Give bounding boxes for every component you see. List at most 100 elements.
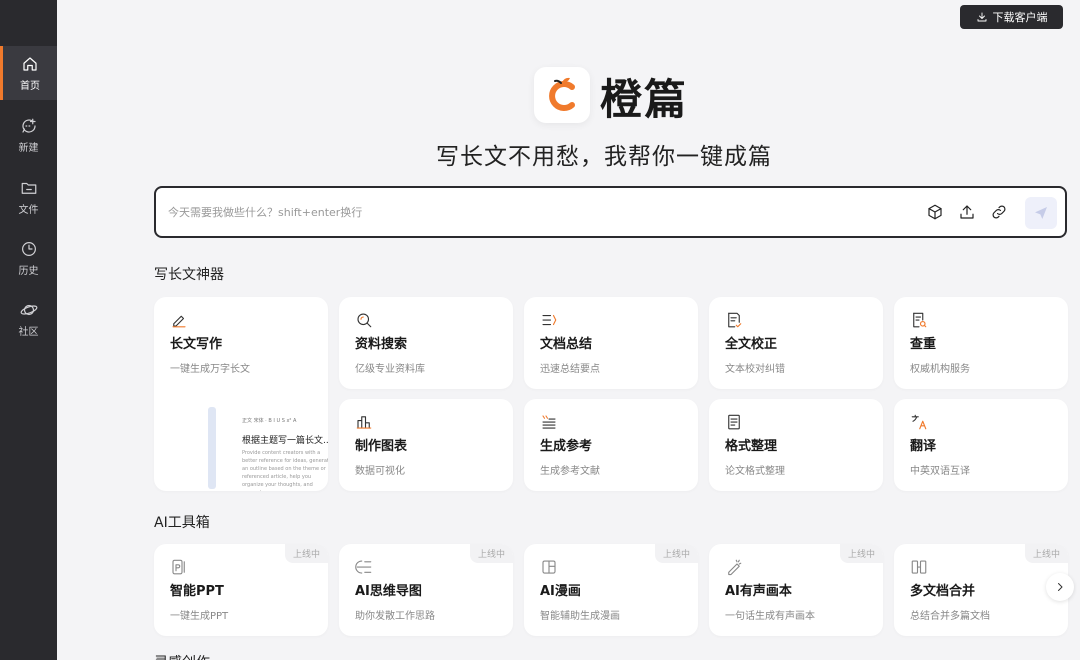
link-icon [992,205,1006,219]
tool-title: 智能PPT [170,584,224,599]
search-icon [355,311,373,329]
sidebar: 首页 新建 文件 历史 社区 [0,0,57,660]
tool-desc: 一键生成PPT [170,611,229,622]
sidebar-item-label: 历史 [18,265,39,277]
tool-title: 翻译 [910,439,937,454]
new-chat-icon [21,118,36,133]
comic-icon [540,558,558,576]
quote-icon [540,413,558,431]
send-button[interactable] [1025,197,1057,229]
list-summary-icon [540,311,558,329]
status-badge: 上线中 [284,544,328,563]
tool-card-summary[interactable]: 文档总结 迅速总结要点 [524,297,698,389]
upload-button[interactable] [958,203,976,221]
ai-card-audiobook[interactable]: 上线中 AI有声画本 一句话生成有声画本 [709,544,883,636]
send-icon [1035,207,1047,219]
download-icon [977,12,986,22]
chart-icon [355,413,373,431]
tool-title: 生成参考 [540,439,593,454]
download-client-button[interactable]: 下载客户端 [960,5,1063,29]
tool-card-proofread[interactable]: 全文校正 文本校对纠错 [709,297,883,389]
tool-desc: 权威机构服务 [910,364,970,375]
writing-preview: 正文 宋体 · B I U S x² A 根据主题写一篇长文... Provid… [170,407,328,491]
clock-icon [21,241,36,256]
tool-desc: 一键生成万字长文 [170,364,250,375]
tool-desc: 助你发散工作思路 [355,611,435,622]
preview-text: Provide content creators with a better r… [242,450,328,491]
preview-toolbar: 正文 宋体 · B I U S x² A [242,418,297,424]
tool-title: 多文档合并 [910,584,976,599]
mindmap-icon [355,558,373,576]
preview-sidebar [208,407,216,489]
translate-icon [910,413,928,431]
doc-search-icon [910,311,928,329]
chevron-right-icon [1058,583,1063,591]
tool-card-long-writing[interactable]: 长文写作 一键生成万字长文 正文 宋体 · B I U S x² A 根据主题写… [154,297,328,491]
tool-desc: 亿级专业资料库 [355,364,425,375]
planet-icon [20,304,37,315]
tool-card-plagiarism[interactable]: 查重 权威机构服务 [894,297,1068,389]
sidebar-item-label: 社区 [18,326,39,338]
audio-book-icon [725,558,743,576]
tool-desc: 迅速总结要点 [540,364,600,375]
tool-desc: 论文格式整理 [725,466,785,477]
ai-card-comic[interactable]: 上线中 AI漫画 智能辅助生成漫画 [524,544,698,636]
tool-title: AI有声画本 [725,584,792,599]
tool-desc: 智能辅助生成漫画 [540,611,620,622]
sidebar-item-files[interactable]: 文件 [0,170,57,224]
tool-card-chart[interactable]: 制作图表 数据可视化 [339,399,513,491]
status-badge: 上线中 [654,544,698,563]
orange-logo-icon [549,77,575,111]
link-button[interactable] [990,203,1008,221]
tool-desc: 中英双语互译 [910,466,970,477]
tool-desc: 一句话生成有声画本 [725,611,815,622]
tool-card-translate[interactable]: 翻译 中英双语互译 [894,399,1068,491]
doc-check-icon [725,311,743,329]
sidebar-item-history[interactable]: 历史 [0,231,57,285]
cube-icon [928,204,942,220]
status-badge: 上线中 [469,544,513,563]
tool-title: 文档总结 [540,337,593,352]
section-title-writing: 写长文神器 [154,267,224,283]
status-badge: 上线中 [1024,544,1068,563]
tool-title: AI漫画 [540,584,581,599]
ai-card-ppt[interactable]: 上线中 智能PPT 一键生成PPT [154,544,328,636]
sidebar-item-label: 首页 [20,80,40,92]
tool-desc: 文本校对纠错 [725,364,785,375]
format-icon [725,413,743,431]
tool-desc: 生成参考文献 [540,466,600,477]
section-title-next: 灵感创作 [154,652,210,660]
download-client-label: 下载客户端 [992,11,1048,24]
merge-icon [910,558,928,576]
tool-title: AI思维导图 [355,584,422,599]
status-badge: 上线中 [839,544,883,563]
folder-icon [21,182,36,194]
tool-title: 制作图表 [355,439,408,454]
sidebar-item-home[interactable]: 首页 [0,46,57,100]
sidebar-item-community[interactable]: 社区 [0,292,57,346]
tool-title: 长文写作 [170,337,223,352]
tool-card-reference[interactable]: 生成参考 生成参考文献 [524,399,698,491]
tool-title: 格式整理 [725,439,778,454]
app-logo [534,67,590,123]
slogan: 写长文不用愁，我帮你一键成篇 [436,144,772,170]
pen-icon [170,311,188,329]
prompt-box [154,186,1067,238]
ai-card-merge[interactable]: 上线中 多文档合并 总结合并多篇文档 [894,544,1068,636]
prompt-input[interactable] [168,201,868,223]
section-title-toolbox: AI工具箱 [154,515,210,531]
tool-title: 查重 [910,337,937,352]
tool-desc: 总结合并多篇文档 [910,611,990,622]
sidebar-item-label: 文件 [18,204,39,216]
tool-card-search[interactable]: 资料搜索 亿级专业资料库 [339,297,513,389]
upload-icon [960,205,974,219]
preview-title: 根据主题写一篇长文... [242,436,328,446]
model-cube-button[interactable] [926,203,944,221]
ai-card-mindmap[interactable]: 上线中 AI思维导图 助你发散工作思路 [339,544,513,636]
tool-desc: 数据可视化 [355,466,405,477]
ppt-icon [170,558,188,576]
tool-title: 资料搜索 [355,337,408,352]
carousel-next-button[interactable] [1046,573,1074,601]
home-icon [23,56,37,71]
tool-card-format[interactable]: 格式整理 论文格式整理 [709,399,883,491]
